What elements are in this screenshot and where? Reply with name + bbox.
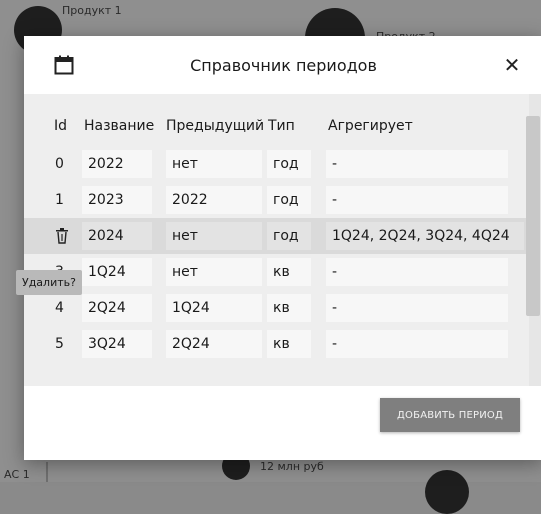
node-product-1-label: Продукт 1 xyxy=(62,4,122,17)
cell-aggregates[interactable]: - xyxy=(326,258,508,286)
cell-name[interactable]: 2024 xyxy=(82,222,152,250)
table-header: Id Название Предыдущий Тип Агрегирует xyxy=(24,118,541,138)
cell-name[interactable]: 2022 xyxy=(82,150,152,178)
cell-id: 4 xyxy=(55,300,64,316)
cell-aggregates[interactable]: - xyxy=(326,186,508,214)
node-bottom-right xyxy=(425,470,469,514)
col-id: Id xyxy=(54,118,68,134)
table-row-selected[interactable]: 2 2024 нет год 1Q24, 2Q24, 3Q24, 4Q24 xyxy=(24,218,528,254)
col-name: Название xyxy=(84,118,155,134)
cell-prev[interactable]: нет xyxy=(166,150,262,178)
table-row[interactable]: 0 2022 нет год - xyxy=(24,146,528,182)
cell-name[interactable]: 3Q24 xyxy=(82,330,152,358)
dialog-header: Справочник периодов ✕ xyxy=(24,36,541,94)
cell-prev[interactable]: 2022 xyxy=(166,186,262,214)
cell-aggregates[interactable]: - xyxy=(326,330,508,358)
cell-aggregates[interactable]: - xyxy=(326,294,508,322)
cell-id: 5 xyxy=(55,336,64,352)
delete-tooltip: Удалить? xyxy=(16,270,82,295)
cell-type[interactable]: год xyxy=(267,150,311,178)
col-type: Тип xyxy=(268,118,295,134)
periods-table: Id Название Предыдущий Тип Агрегирует 0 … xyxy=(24,94,541,386)
cell-prev[interactable]: нет xyxy=(166,258,262,286)
close-button[interactable]: ✕ xyxy=(499,52,525,78)
table-row[interactable]: 1 2023 2022 год - xyxy=(24,182,528,218)
cell-type[interactable]: кв xyxy=(267,330,311,358)
cell-id: 0 xyxy=(55,156,64,172)
cell-id: 1 xyxy=(55,192,64,208)
periods-dialog: Справочник периодов ✕ Id Название Предыд… xyxy=(24,36,541,460)
cell-name[interactable]: 1Q24 xyxy=(82,258,152,286)
cell-name[interactable]: 2Q24 xyxy=(82,294,152,322)
cell-type[interactable]: год xyxy=(267,222,311,250)
scrollbar-thumb[interactable] xyxy=(526,116,540,316)
table-row[interactable]: 3 1Q24 нет кв - xyxy=(24,254,528,290)
table-row[interactable]: 5 3Q24 2Q24 кв - xyxy=(24,326,528,362)
dialog-title: Справочник периодов xyxy=(190,56,377,75)
connector-line xyxy=(46,462,48,482)
cell-prev[interactable]: 1Q24 xyxy=(166,294,262,322)
col-aggregates: Агрегирует xyxy=(328,118,413,134)
cell-type[interactable]: кв xyxy=(267,258,311,286)
table-row[interactable]: 4 2Q24 1Q24 кв - xyxy=(24,290,528,326)
cell-aggregates[interactable]: 1Q24, 2Q24, 3Q24, 4Q24 xyxy=(326,222,524,250)
col-prev: Предыдущий xyxy=(166,118,265,134)
node-revenue-label: 12 млн руб xyxy=(260,460,324,473)
cell-type[interactable]: год xyxy=(267,186,311,214)
add-period-button[interactable]: ДОБАВИТЬ ПЕРИОД xyxy=(380,398,520,432)
node-as1-label: АС 1 xyxy=(4,468,30,481)
cell-name[interactable]: 2023 xyxy=(82,186,152,214)
cell-prev[interactable]: 2Q24 xyxy=(166,330,262,358)
delete-icon[interactable] xyxy=(55,228,69,244)
cell-type[interactable]: кв xyxy=(267,294,311,322)
cell-prev[interactable]: нет xyxy=(166,222,262,250)
cell-aggregates[interactable]: - xyxy=(326,150,508,178)
